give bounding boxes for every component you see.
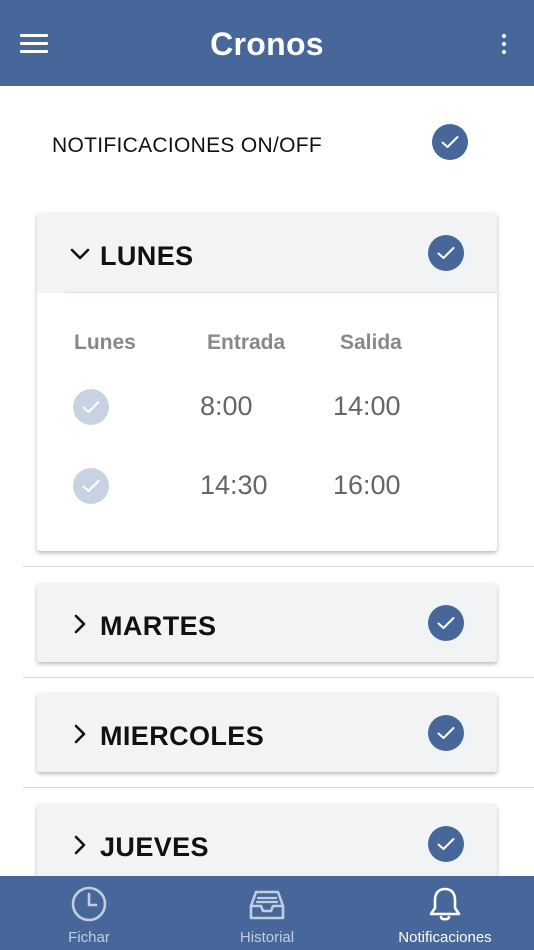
salida-time[interactable]: 16:00: [333, 470, 401, 501]
chevron-right-icon: [74, 724, 86, 744]
page-title: Cronos: [210, 26, 324, 62]
checkmark-icon: [437, 838, 455, 850]
day-card-jueves: JUEVES: [37, 804, 497, 883]
checkmark-icon: [441, 136, 459, 148]
day-header-martes[interactable]: MARTES: [37, 583, 497, 662]
day-card-lunes: LUNES Lunes Entrada Salida 8:00 14:00 14…: [37, 213, 497, 551]
chevron-down-icon: [70, 248, 90, 260]
chevron-right-icon: [74, 614, 86, 634]
checkmark-icon: [437, 727, 455, 739]
day-title: MIERCOLES: [100, 721, 265, 751]
bottom-tab-bar: Fichar Historial Notificaciones: [0, 876, 534, 950]
notifications-toggle-label: NOTIFICACIONES ON/OFF: [52, 134, 322, 157]
tab-historial[interactable]: Historial: [178, 876, 356, 950]
entrada-time[interactable]: 8:00: [200, 391, 253, 422]
tab-label: Historial: [239, 929, 295, 946]
day-title: JUEVES: [100, 832, 209, 862]
day-title: LUNES: [100, 241, 194, 271]
more-vertical-icon[interactable]: [498, 34, 510, 56]
checkmark-icon: [82, 401, 100, 413]
schedule-row-checkbox[interactable]: [73, 468, 109, 504]
salida-time[interactable]: 14:00: [333, 391, 401, 422]
day-checkbox-miercoles[interactable]: [428, 715, 464, 751]
column-header-salida: Salida: [340, 331, 402, 354]
day-checkbox-martes[interactable]: [428, 605, 464, 641]
checkmark-icon: [437, 247, 455, 259]
day-checkbox-jueves[interactable]: [428, 826, 464, 862]
divider: [23, 677, 534, 678]
tab-fichar[interactable]: Fichar: [0, 876, 178, 950]
column-header-day: Lunes: [74, 331, 136, 354]
app-header: Cronos: [0, 0, 534, 86]
day-checkbox-lunes[interactable]: [428, 235, 464, 271]
schedule-row-checkbox[interactable]: [73, 389, 109, 425]
column-header-entrada: Entrada: [207, 331, 286, 354]
tab-notificaciones[interactable]: Notificaciones: [356, 876, 534, 950]
bell-icon: [429, 887, 461, 921]
entrada-time[interactable]: 14:30: [200, 470, 268, 501]
notifications-toggle-row: NOTIFICACIONES ON/OFF: [0, 100, 534, 190]
notifications-toggle-checkbox[interactable]: [432, 124, 468, 160]
day-title: MARTES: [100, 611, 217, 641]
divider: [23, 566, 534, 567]
tab-label: Fichar: [68, 929, 110, 946]
day-card-martes: MARTES: [37, 583, 497, 662]
day-card-miercoles: MIERCOLES: [37, 693, 497, 772]
checkmark-icon: [82, 480, 100, 492]
day-header-lunes[interactable]: LUNES: [37, 213, 497, 293]
day-header-miercoles[interactable]: MIERCOLES: [37, 693, 497, 772]
day-header-jueves[interactable]: JUEVES: [37, 804, 497, 883]
inbox-tray-icon: [249, 890, 285, 920]
schedule-table: Lunes Entrada Salida 8:00 14:00 14:30 16…: [37, 293, 497, 551]
divider: [23, 787, 534, 788]
tab-label: Notificaciones: [398, 929, 492, 946]
checkmark-icon: [437, 617, 455, 629]
chevron-right-icon: [74, 835, 86, 855]
clock-icon: [71, 886, 107, 922]
